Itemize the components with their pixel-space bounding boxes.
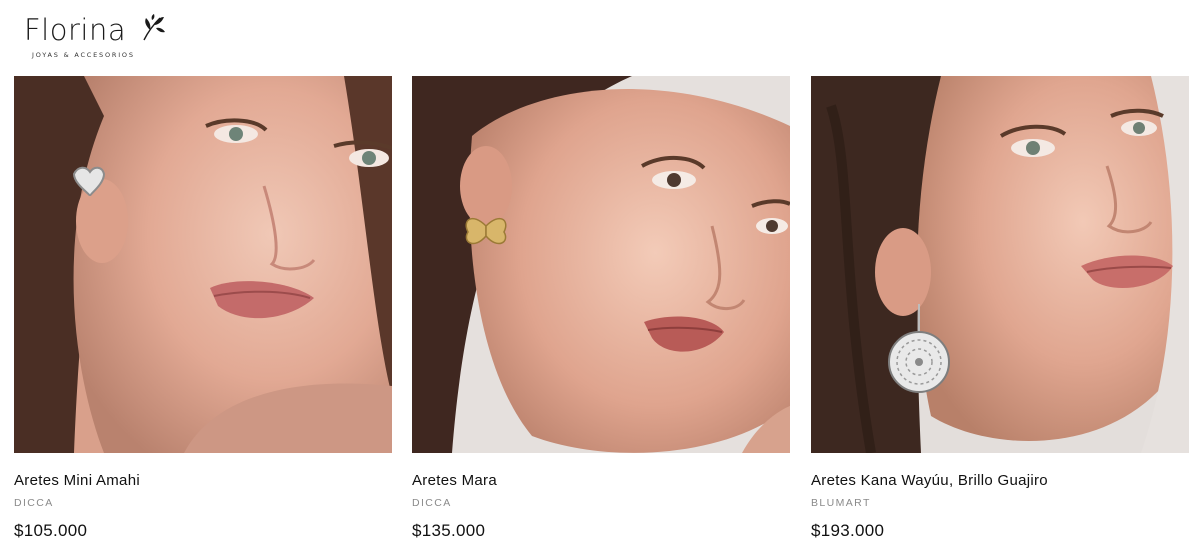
disc-earring-shape: [888, 331, 950, 393]
product-name[interactable]: Aretes Kana Wayúu, Brillo Guajiro: [811, 472, 1048, 489]
model-photo-disc-earring: [811, 76, 1189, 453]
product-card-aretes-mara[interactable]: Aretes Mara DICCA $135.000: [412, 76, 790, 560]
florina-logo[interactable]: Florina JOYAS & ACCESORIOS: [22, 12, 172, 62]
product-price: $105.000: [14, 521, 88, 540]
logo-wordmark: Florina: [24, 13, 127, 47]
product-name[interactable]: Aretes Mini Amahi: [14, 472, 140, 489]
product-brand: DICCA: [412, 497, 452, 509]
product-brand: BLUMART: [811, 497, 871, 509]
product-image[interactable]: [14, 76, 392, 453]
product-brand: DICCA: [14, 497, 54, 509]
site-header: Florina JOYAS & ACCESORIOS: [0, 0, 1200, 76]
product-card-aretes-mini-amahi[interactable]: Aretes Mini Amahi DICCA $105.000: [14, 76, 392, 560]
product-image[interactable]: [811, 76, 1189, 453]
model-photo-heart-earring: [14, 76, 392, 453]
product-price: $135.000: [412, 521, 486, 540]
product-card-aretes-kana-wayuu[interactable]: Aretes Kana Wayúu, Brillo Guajiro BLUMAR…: [811, 76, 1189, 560]
logo-tagline: JOYAS & ACCESORIOS: [32, 51, 135, 59]
product-image[interactable]: [412, 76, 790, 453]
leaf-icon: [143, 14, 165, 41]
product-name[interactable]: Aretes Mara: [412, 472, 497, 489]
product-grid: Aretes Mini Amahi DICCA $105.000 Aretes …: [14, 76, 1190, 560]
model-photo-butterfly-earring: [412, 76, 790, 453]
product-price: $193.000: [811, 521, 885, 540]
